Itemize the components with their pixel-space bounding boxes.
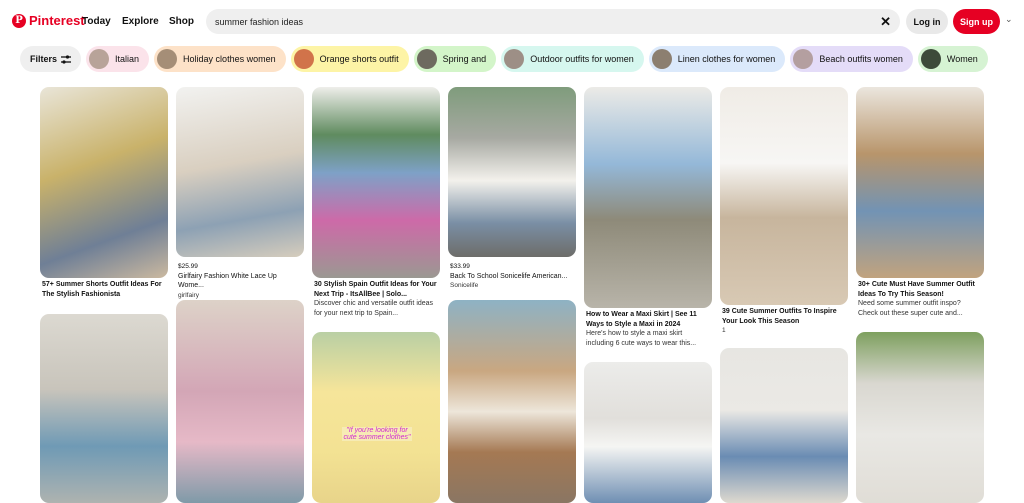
login-button[interactable]: Log in: [906, 9, 948, 34]
pin-card[interactable]: How to Wear a Maxi Skirt | See 11 Ways t…: [584, 87, 712, 350]
nav-explore[interactable]: Explore: [122, 16, 159, 27]
search-input[interactable]: summer fashion ideas ✕: [206, 9, 900, 34]
chip-label: Holiday clothes women: [183, 54, 276, 64]
chip-thumbnail: [504, 49, 525, 69]
chip-label: Outdoor outfits for women: [530, 54, 634, 64]
top-bar: P Pinterest Today Explore Shop summer fa…: [0, 0, 1024, 44]
chip-thumbnail: [651, 49, 672, 69]
pin-image[interactable]: [176, 87, 304, 257]
pin-title[interactable]: 57+ Summer Shorts Outfit Ideas For The S…: [42, 280, 166, 299]
pin-image[interactable]: [312, 87, 440, 278]
pin-description: Need some summer outfit inspo? Check out…: [858, 300, 963, 317]
pin-card[interactable]: [856, 332, 984, 503]
pin-card[interactable]: "If you're looking for cute summer cloth…: [312, 332, 440, 503]
chip-thumbnail: [293, 49, 314, 69]
pin-card[interactable]: [176, 300, 304, 503]
signup-button[interactable]: Sign up: [953, 9, 1000, 34]
chip-thumbnail: [793, 49, 814, 69]
sliders-icon: [61, 54, 72, 64]
search-query: summer fashion ideas: [215, 16, 304, 27]
pin-card[interactable]: $25.99 Girlfairy Fashion White Lace Up W…: [176, 87, 304, 302]
chip-label: Orange shorts outfit: [319, 54, 399, 64]
pin-image[interactable]: "If you're looking for cute summer cloth…: [312, 332, 440, 503]
pin-image[interactable]: [720, 87, 848, 305]
chip-thumbnail: [920, 49, 941, 69]
chip-spring-and[interactable]: Spring and: [413, 46, 497, 72]
pin-image[interactable]: [856, 332, 984, 503]
chip-women[interactable]: Women: [917, 46, 988, 72]
pin-title[interactable]: 30 Stylish Spain Outfit Ideas for Your N…: [314, 280, 438, 299]
pin-source[interactable]: 1: [722, 326, 846, 336]
pin-card[interactable]: 30+ Cute Must Have Summer Outfit Ideas T…: [856, 87, 984, 320]
pin-description: Discover chic and versatile outfit ideas…: [314, 300, 434, 317]
pinterest-logo-icon: P: [12, 13, 26, 28]
pin-image[interactable]: [720, 348, 848, 503]
pin-image[interactable]: [448, 87, 576, 257]
chip-label: Italian: [115, 54, 140, 64]
pin-card[interactable]: 30 Stylish Spain Outfit Ideas for Your N…: [312, 87, 440, 320]
pin-card[interactable]: [448, 300, 576, 503]
filter-chips: Filters Italian Holiday clothes women Or…: [20, 46, 988, 72]
pin-card[interactable]: $33.99 Back To School Sonicelife America…: [448, 87, 576, 293]
pin-title[interactable]: How to Wear a Maxi Skirt | See 11 Ways t…: [586, 310, 710, 329]
pin-grid: 57+ Summer Shorts Outfit Ideas For The S…: [40, 87, 984, 503]
pin-image[interactable]: [856, 87, 984, 278]
pin-image[interactable]: [448, 300, 576, 503]
nav-today[interactable]: Today: [82, 16, 111, 27]
pin-description: Here's how to style a maxi skirt includi…: [586, 330, 697, 347]
pinterest-logo[interactable]: P Pinterest: [12, 13, 85, 28]
pin-card[interactable]: 39 Cute Summer Outfits To Inspire Your L…: [720, 87, 848, 338]
chip-thumbnail: [157, 49, 178, 69]
nav-shop[interactable]: Shop: [169, 16, 194, 27]
chip-label: Spring and: [442, 54, 487, 64]
pin-image[interactable]: [176, 300, 304, 503]
chip-outdoor-outfits-for-women[interactable]: Outdoor outfits for women: [501, 46, 644, 72]
pin-title[interactable]: 30+ Cute Must Have Summer Outfit Ideas T…: [858, 280, 982, 299]
chip-holiday-clothes-women[interactable]: Holiday clothes women: [154, 46, 286, 72]
chip-label: Linen clothes for women: [677, 54, 776, 64]
chip-orange-shorts-outfit[interactable]: Orange shorts outfit: [290, 46, 409, 72]
chip-thumbnail: [89, 49, 110, 69]
chip-beach-outfits-women[interactable]: Beach outfits women: [790, 46, 913, 72]
chip-label: Beach outfits women: [819, 54, 903, 64]
pin-image[interactable]: [584, 87, 712, 308]
chevron-down-icon[interactable]: ⌄: [1005, 14, 1013, 25]
pin-source[interactable]: girlfairy: [178, 291, 302, 301]
pin-image[interactable]: [584, 362, 712, 503]
pin-title[interactable]: Back To School Sonicelife American...: [450, 272, 574, 282]
clear-search-icon[interactable]: ✕: [880, 14, 891, 30]
chip-italian[interactable]: Italian: [86, 46, 150, 72]
pin-card[interactable]: [720, 348, 848, 503]
chip-linen-clothes-for-women[interactable]: Linen clothes for women: [648, 46, 786, 72]
pin-title[interactable]: 39 Cute Summer Outfits To Inspire Your L…: [722, 307, 846, 326]
pin-price: $33.99: [450, 263, 470, 270]
pin-image[interactable]: [40, 87, 168, 278]
pin-image[interactable]: [40, 314, 168, 503]
pin-source[interactable]: Sonicelife: [450, 281, 574, 291]
pin-card[interactable]: 57+ Summer Shorts Outfit Ideas For The S…: [40, 87, 168, 301]
chip-label: Women: [946, 54, 978, 64]
pin-price: $25.99: [178, 263, 198, 270]
pin-overlay-text: "If you're looking for cute summer cloth…: [342, 427, 412, 441]
brand-name: Pinterest: [29, 13, 85, 28]
pin-card[interactable]: [584, 362, 712, 503]
filters-button[interactable]: Filters: [20, 46, 82, 72]
pin-card[interactable]: [40, 314, 168, 503]
pin-title[interactable]: Girlfairy Fashion White Lace Up Wome...: [178, 272, 302, 291]
chip-thumbnail: [416, 49, 437, 69]
filters-label: Filters: [30, 54, 58, 64]
